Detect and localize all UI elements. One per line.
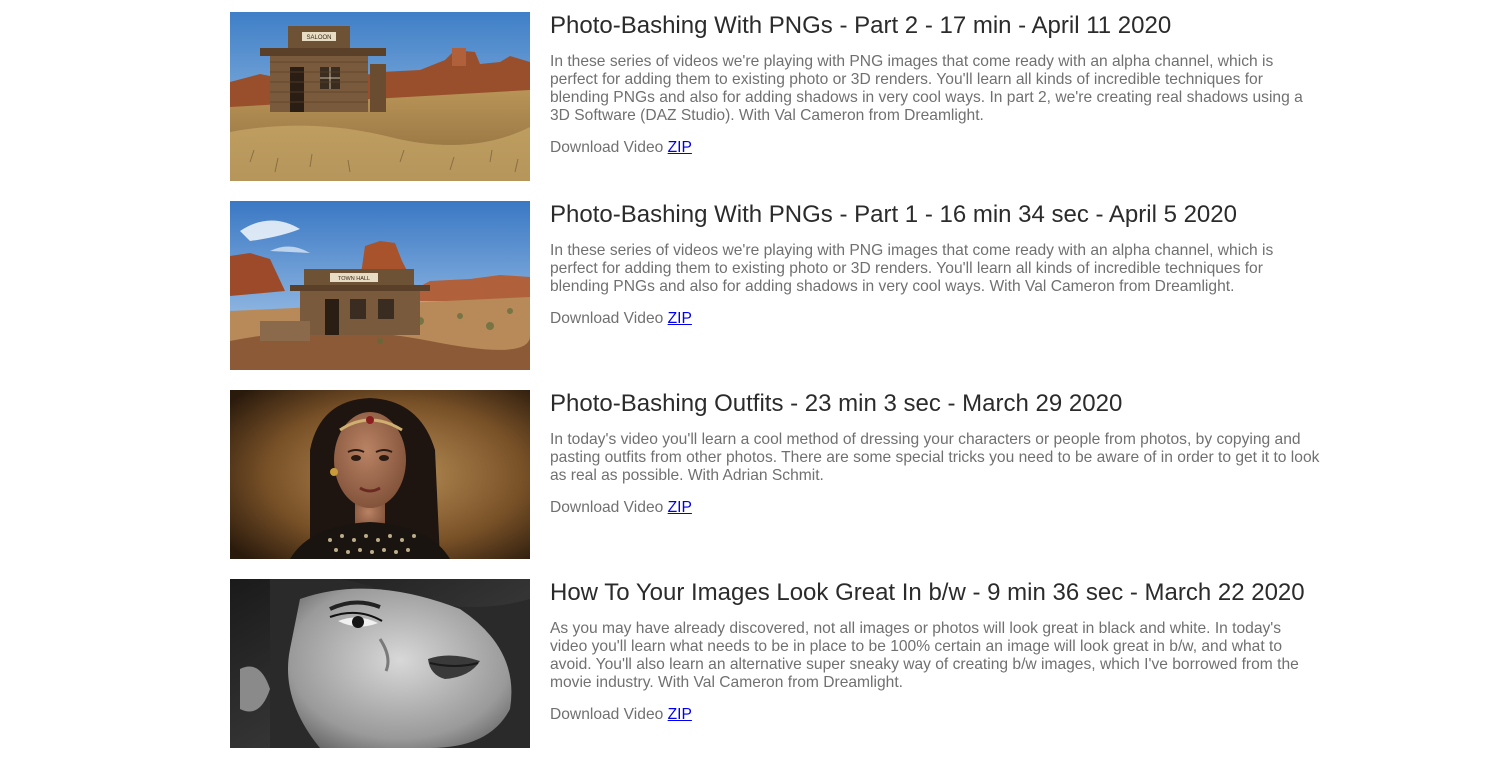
video-thumbnail-saloon[interactable]: SALOON [230,12,530,181]
video-thumbnail-town-hall[interactable]: TOWN HALL [230,201,530,370]
bw-portrait-image [230,579,530,748]
video-thumbnail-outfits[interactable] [230,390,530,559]
video-info: Photo-Bashing With PNGs - Part 1 - 16 mi… [550,201,1320,328]
zip-download-link[interactable]: ZIP [668,310,692,327]
video-info: How To Your Images Look Great In b/w - 9… [550,579,1320,724]
download-row: Download Video ZIP [550,310,1320,328]
download-row: Download Video ZIP [550,139,1320,157]
town-hall-sign: TOWN HALL [338,276,370,282]
video-description: In today's video you'll learn a cool met… [550,431,1320,484]
video-title: Photo-Bashing Outfits - 23 min 3 sec - M… [550,390,1123,417]
video-description: In these series of videos we're playing … [550,242,1274,295]
zip-download-link[interactable]: ZIP [668,499,692,516]
town-hall-image: TOWN HALL [230,201,530,370]
video-list: SALOON Photo-Bashing With PNGs - Part 2 … [230,12,1320,768]
video-item: SALOON Photo-Bashing With PNGs - Part 2 … [230,12,1320,181]
video-description: As you may have already discovered, not … [550,620,1299,691]
woman-portrait-image [230,390,530,559]
download-row: Download Video ZIP [550,499,1320,517]
video-info: Photo-Bashing With PNGs - Part 2 - 17 mi… [550,12,1320,157]
video-description: In these series of videos we're playing … [550,53,1303,124]
video-title: Photo-Bashing With PNGs - Part 1 - 16 mi… [550,201,1237,228]
download-row: Download Video ZIP [550,706,1320,724]
video-thumbnail-black-white[interactable] [230,579,530,748]
download-label: Download Video [550,706,664,723]
video-info: Photo-Bashing Outfits - 23 min 3 sec - M… [550,390,1320,517]
download-label: Download Video [550,499,664,516]
video-title: Photo-Bashing With PNGs - Part 2 - 17 mi… [550,12,1172,39]
video-item: TOWN HALL Photo-Bashing With PNGs - Part… [230,201,1320,370]
download-label: Download Video [550,139,664,156]
saloon-image: SALOON [230,12,530,181]
video-item: Photo-Bashing Outfits - 23 min 3 sec - M… [230,390,1320,559]
download-label: Download Video [550,310,664,327]
zip-download-link[interactable]: ZIP [668,139,692,156]
saloon-sign: SALOON [306,35,331,41]
video-item: How To Your Images Look Great In b/w - 9… [230,579,1320,748]
zip-download-link[interactable]: ZIP [668,706,692,723]
video-title: How To Your Images Look Great In b/w - 9… [550,579,1305,606]
